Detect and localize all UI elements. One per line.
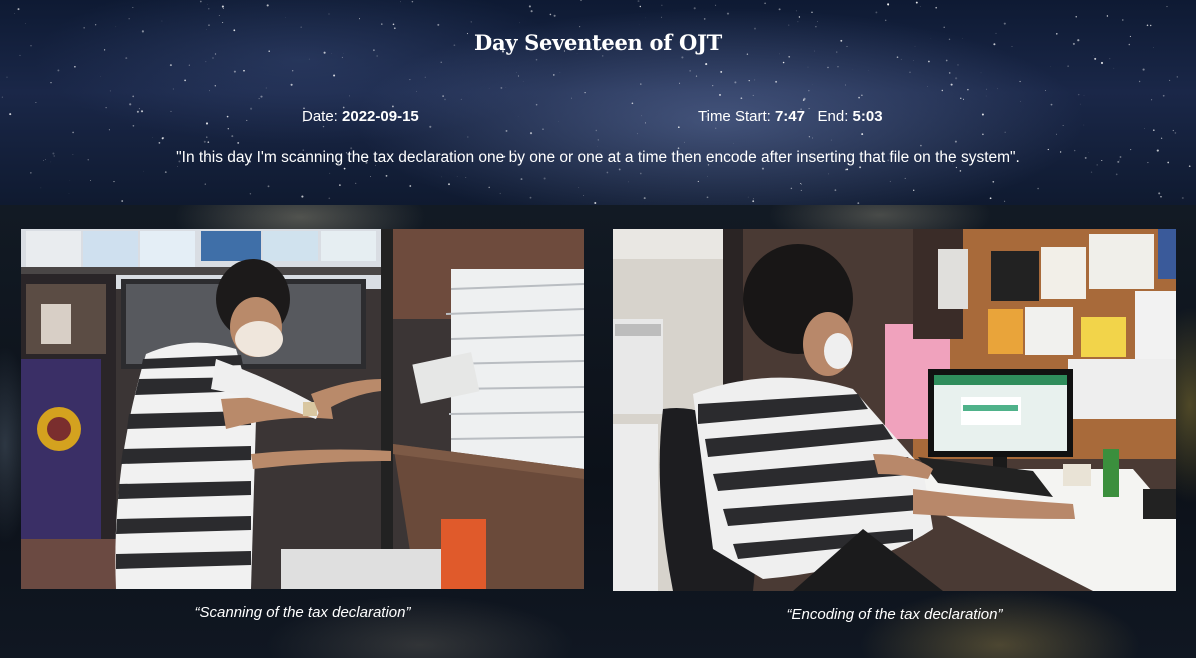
date-label: Date:: [302, 108, 338, 125]
end-value: 5:03: [852, 108, 883, 125]
starry-header: Day Seventeen of OJT Date: 2022-09-15 Ti…: [0, 0, 1196, 205]
page: Day Seventeen of OJT Date: 2022-09-15 Ti…: [0, 0, 1196, 658]
time-start-value: 7:47: [774, 108, 805, 125]
end-label: End:: [817, 108, 849, 125]
scanning-photo: [21, 229, 584, 589]
page-title: Day Seventeen of OJT: [474, 30, 722, 55]
time-start-label: Time Start:: [698, 108, 771, 125]
date-line: Date: 2022-09-15: [302, 108, 419, 125]
encoding-photo: [613, 229, 1176, 591]
encoding-caption: “Encoding of the tax declaration”: [786, 606, 1003, 623]
day-description: "In this day I'm scanning the tax declar…: [176, 149, 1020, 166]
date-value: 2022-09-15: [342, 108, 419, 125]
time-line: Time Start: 7:47 End: 5:03: [698, 108, 883, 125]
scanning-caption: “Scanning of the tax declaration”: [194, 604, 411, 621]
